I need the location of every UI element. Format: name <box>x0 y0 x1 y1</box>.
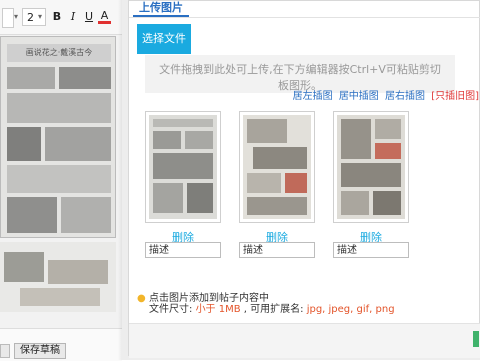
uploaded-image-thumbnail[interactable] <box>145 111 221 223</box>
image-description-input[interactable] <box>333 242 409 258</box>
thumbnail-art <box>337 115 405 219</box>
dialog-footer <box>129 323 480 358</box>
file-ext-label: , 可用扩展名: <box>240 304 307 315</box>
font-family-select[interactable] <box>2 8 14 28</box>
poster-block <box>48 260 108 284</box>
file-size-value: 小于 1MB <box>195 304 241 315</box>
editor-poster-image[interactable]: 画说花之·戴溪古今 <box>0 36 116 238</box>
save-draft-button[interactable]: 保存草稿 <box>14 343 66 359</box>
poster-block <box>59 67 111 89</box>
insert-right-link[interactable]: 居右插图 <box>385 91 425 102</box>
editor-second-image[interactable] <box>0 242 116 312</box>
insert-left-link[interactable]: 居左插图 <box>293 91 333 102</box>
image-description-input[interactable] <box>145 242 221 258</box>
text-color-button[interactable]: A <box>98 10 111 24</box>
poster-block <box>7 165 111 193</box>
uploaded-image-thumbnail[interactable] <box>333 111 409 223</box>
tab-upload-image[interactable]: 上传图片 <box>133 1 189 17</box>
insert-center-link[interactable]: 居中插图 <box>339 91 379 102</box>
uploaded-image-thumbnail[interactable] <box>239 111 315 223</box>
file-size-label: 文件尺寸: <box>149 304 196 315</box>
poster-block <box>61 197 111 233</box>
font-size-value: 2 <box>27 11 34 24</box>
insert-old-link[interactable]: [只插旧图] <box>431 91 479 102</box>
poster-block <box>7 67 55 89</box>
file-ext-value: jpg, jpeg, gif, png <box>306 304 395 315</box>
text-color-icon: A <box>100 9 109 22</box>
font-size-select[interactable]: 2 <box>22 8 46 26</box>
dialog-tab-bar: 上传图片 <box>129 1 480 18</box>
underline-button[interactable]: U <box>82 10 96 24</box>
thumbnail-art <box>149 115 217 219</box>
poster-title: 画说花之·戴溪古今 <box>7 44 111 62</box>
poster-block <box>7 127 41 161</box>
chevron-down-icon: ▾ <box>14 12 19 21</box>
chevron-down-icon: ▾ <box>38 12 43 21</box>
italic-button[interactable]: I <box>66 10 80 24</box>
choose-file-button[interactable]: 选择文件 <box>137 24 191 54</box>
thumbnail-art <box>243 115 311 219</box>
lightbulb-icon: ● <box>137 293 146 304</box>
image-description-input[interactable] <box>239 242 315 258</box>
confirm-button[interactable] <box>473 331 479 347</box>
tip-file-limits: 文件尺寸: 小于 1MB , 可用扩展名: jpg, jpeg, gif, pn… <box>149 300 395 315</box>
footer-small-button[interactable] <box>0 344 10 358</box>
poster-block <box>45 127 111 161</box>
poster-block <box>20 288 100 306</box>
upload-dialog-body: 上传图片 选择文件 文件拖拽到此处可上传,在下方编辑器按Ctrl+V可粘贴剪切板… <box>128 0 480 358</box>
editor-panel: ▾ 2 ▾ B I U A 画说花之·戴溪古今 保存草稿 <box>0 0 123 361</box>
poster-block <box>7 93 111 123</box>
bold-button[interactable]: B <box>50 10 64 24</box>
insert-position-links: 居左插图 居中插图 居右插图 [只插旧图] <box>290 87 479 102</box>
poster-block <box>4 252 44 282</box>
editor-toolbar: ▾ 2 ▾ B I U A <box>0 0 122 35</box>
upload-dialog: 上传图片 选择文件 文件拖拽到此处可上传,在下方编辑器按Ctrl+V可粘贴剪切板… <box>122 0 480 360</box>
poster-block <box>7 197 57 233</box>
